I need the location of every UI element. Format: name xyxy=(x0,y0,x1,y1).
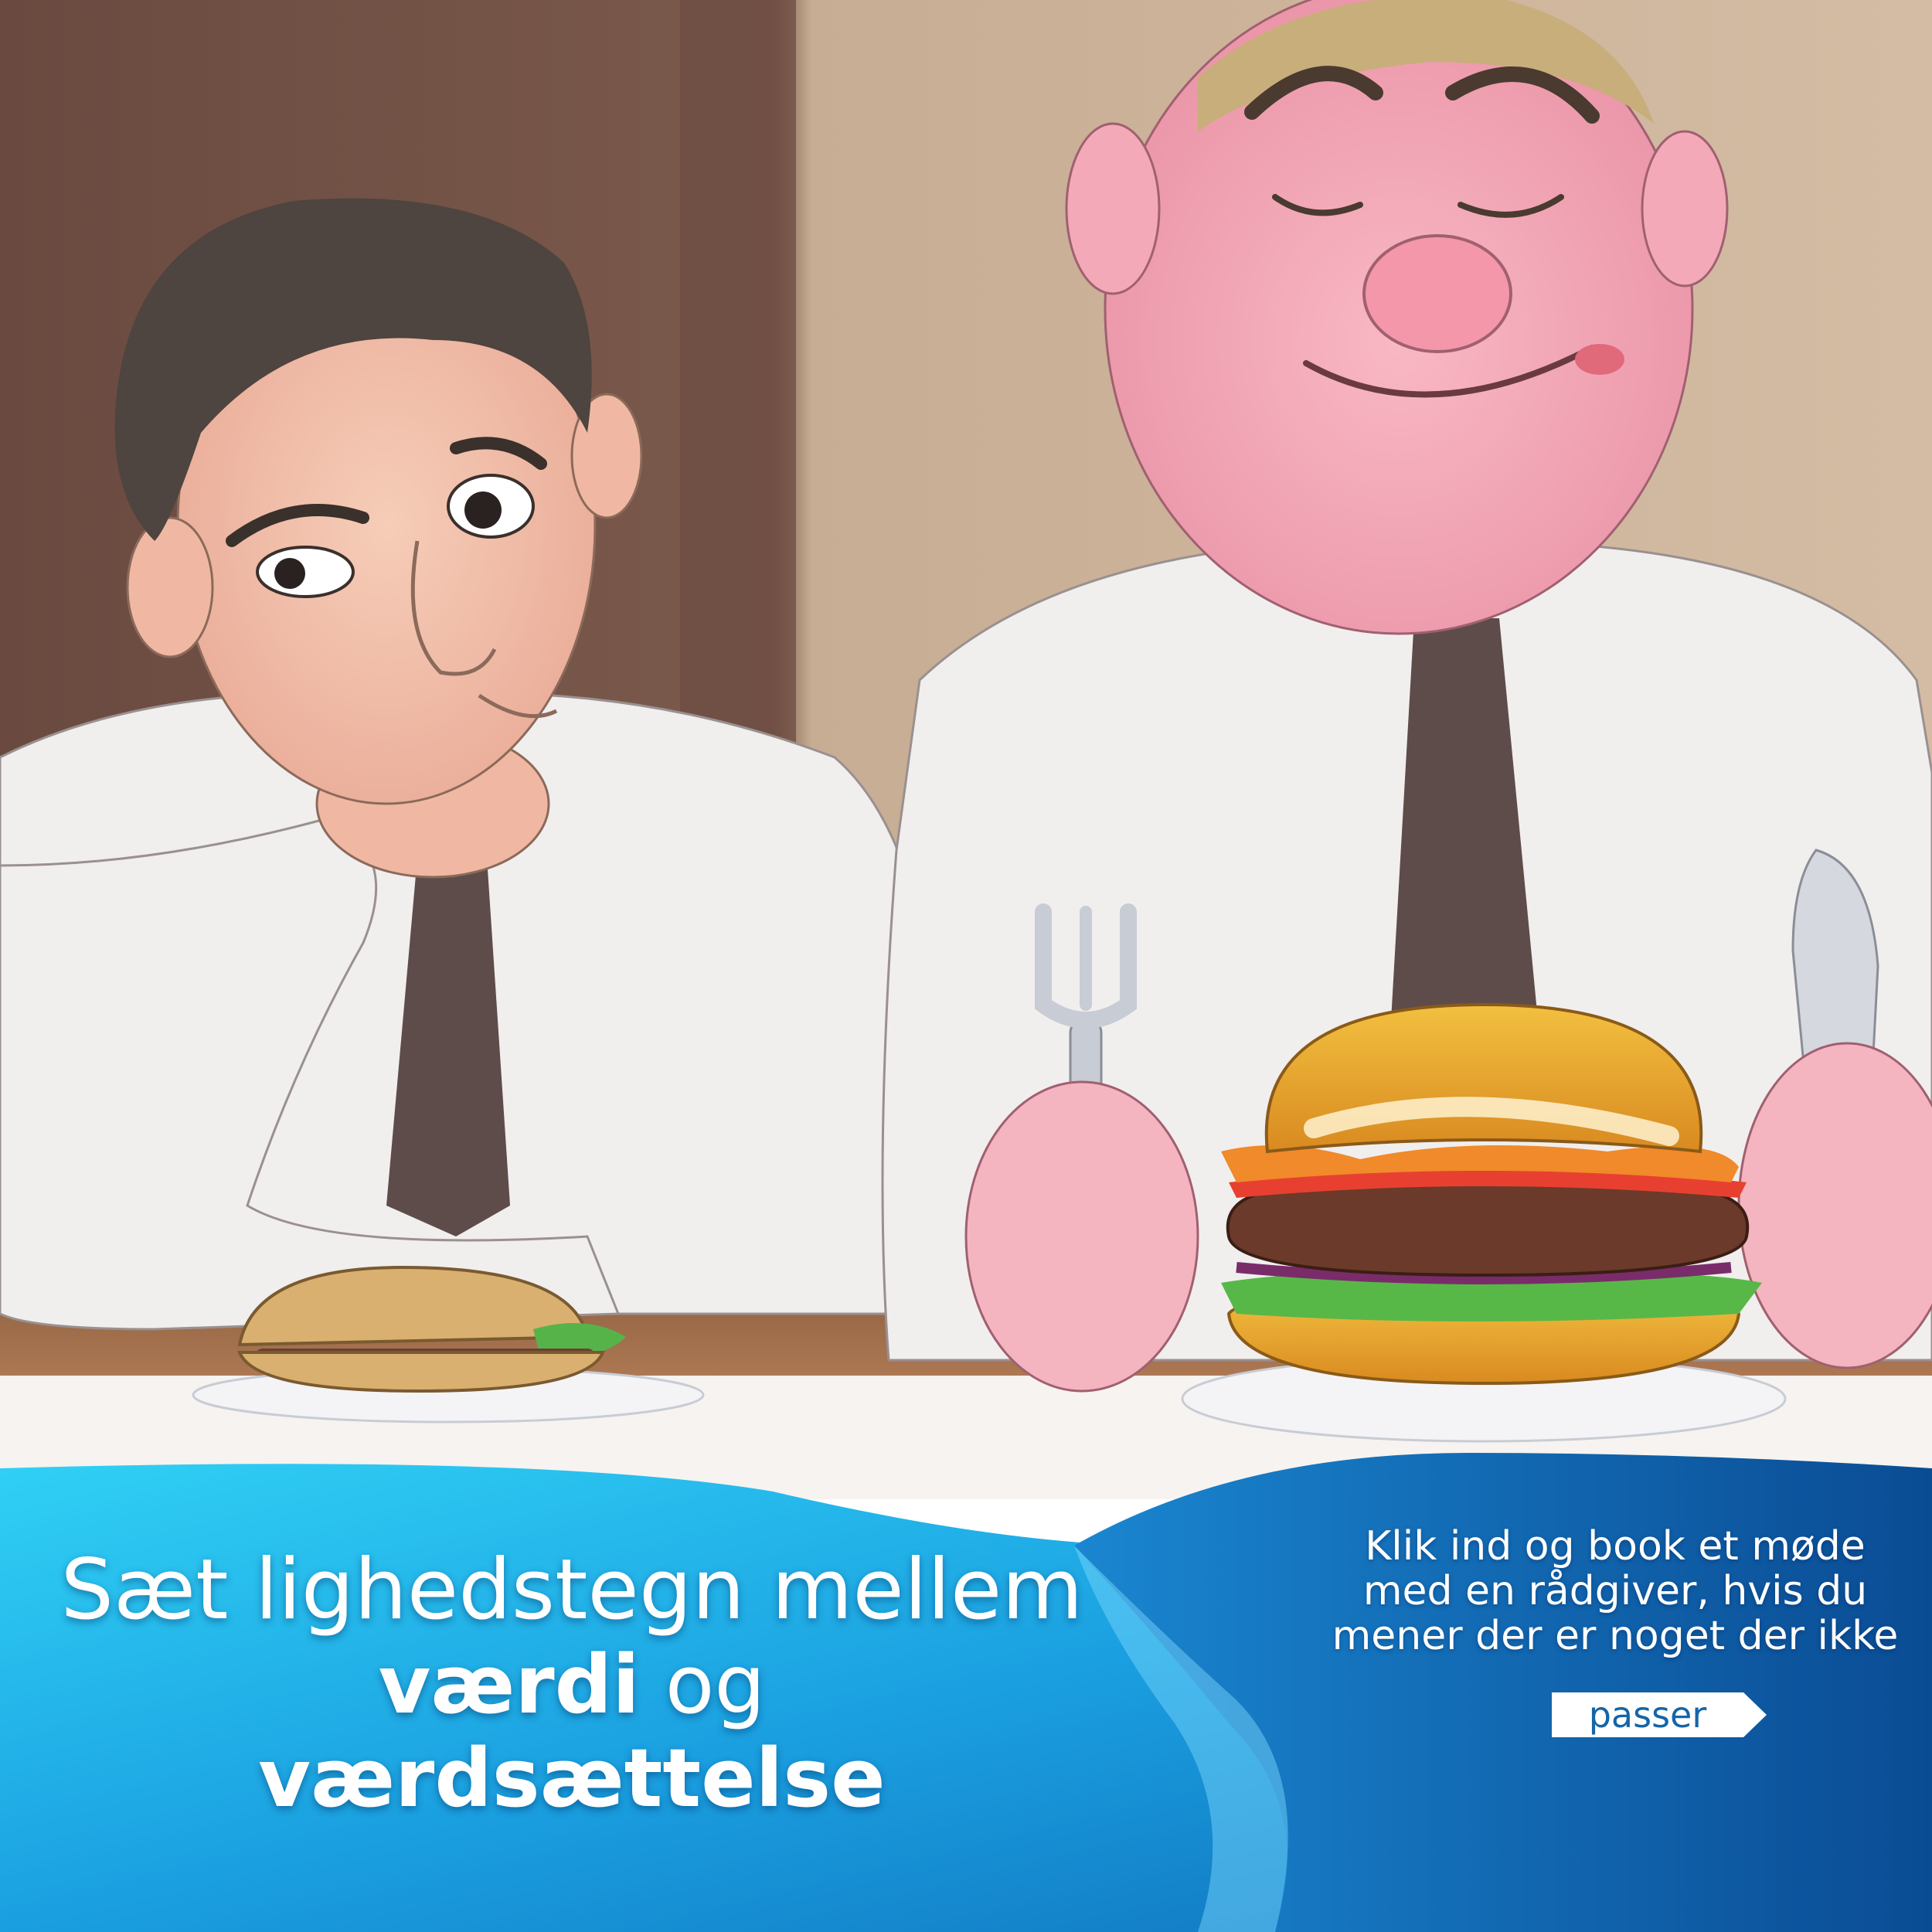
headline-line-1: Sæt lighedstegn mellem xyxy=(60,1542,1083,1638)
headline: Sæt lighedstegn mellem værdi og værdsætt… xyxy=(0,1542,1144,1825)
chevron-right-icon[interactable] xyxy=(1743,1692,1767,1737)
ad-banner: Sæt lighedstegn mellem værdi og værdsætt… xyxy=(0,0,1932,1932)
headline-line-2: værdi og xyxy=(0,1638,1144,1732)
headline-line-2-rest: og xyxy=(639,1638,766,1733)
passer-button[interactable]: passer xyxy=(1552,1692,1743,1737)
cta-line-3: mener der er noget der ikke xyxy=(1332,1613,1899,1660)
headline-bold-word: værdi xyxy=(378,1638,640,1733)
cta-text: Klik ind og book et møde med en rådgiver… xyxy=(1314,1524,1917,1659)
headline-line-3: værdsættelse xyxy=(258,1730,886,1825)
cta-line-1: Klik ind og book et møde xyxy=(1365,1523,1866,1570)
cta-line-2: med en rådgiver, hvis du xyxy=(1362,1568,1868,1615)
